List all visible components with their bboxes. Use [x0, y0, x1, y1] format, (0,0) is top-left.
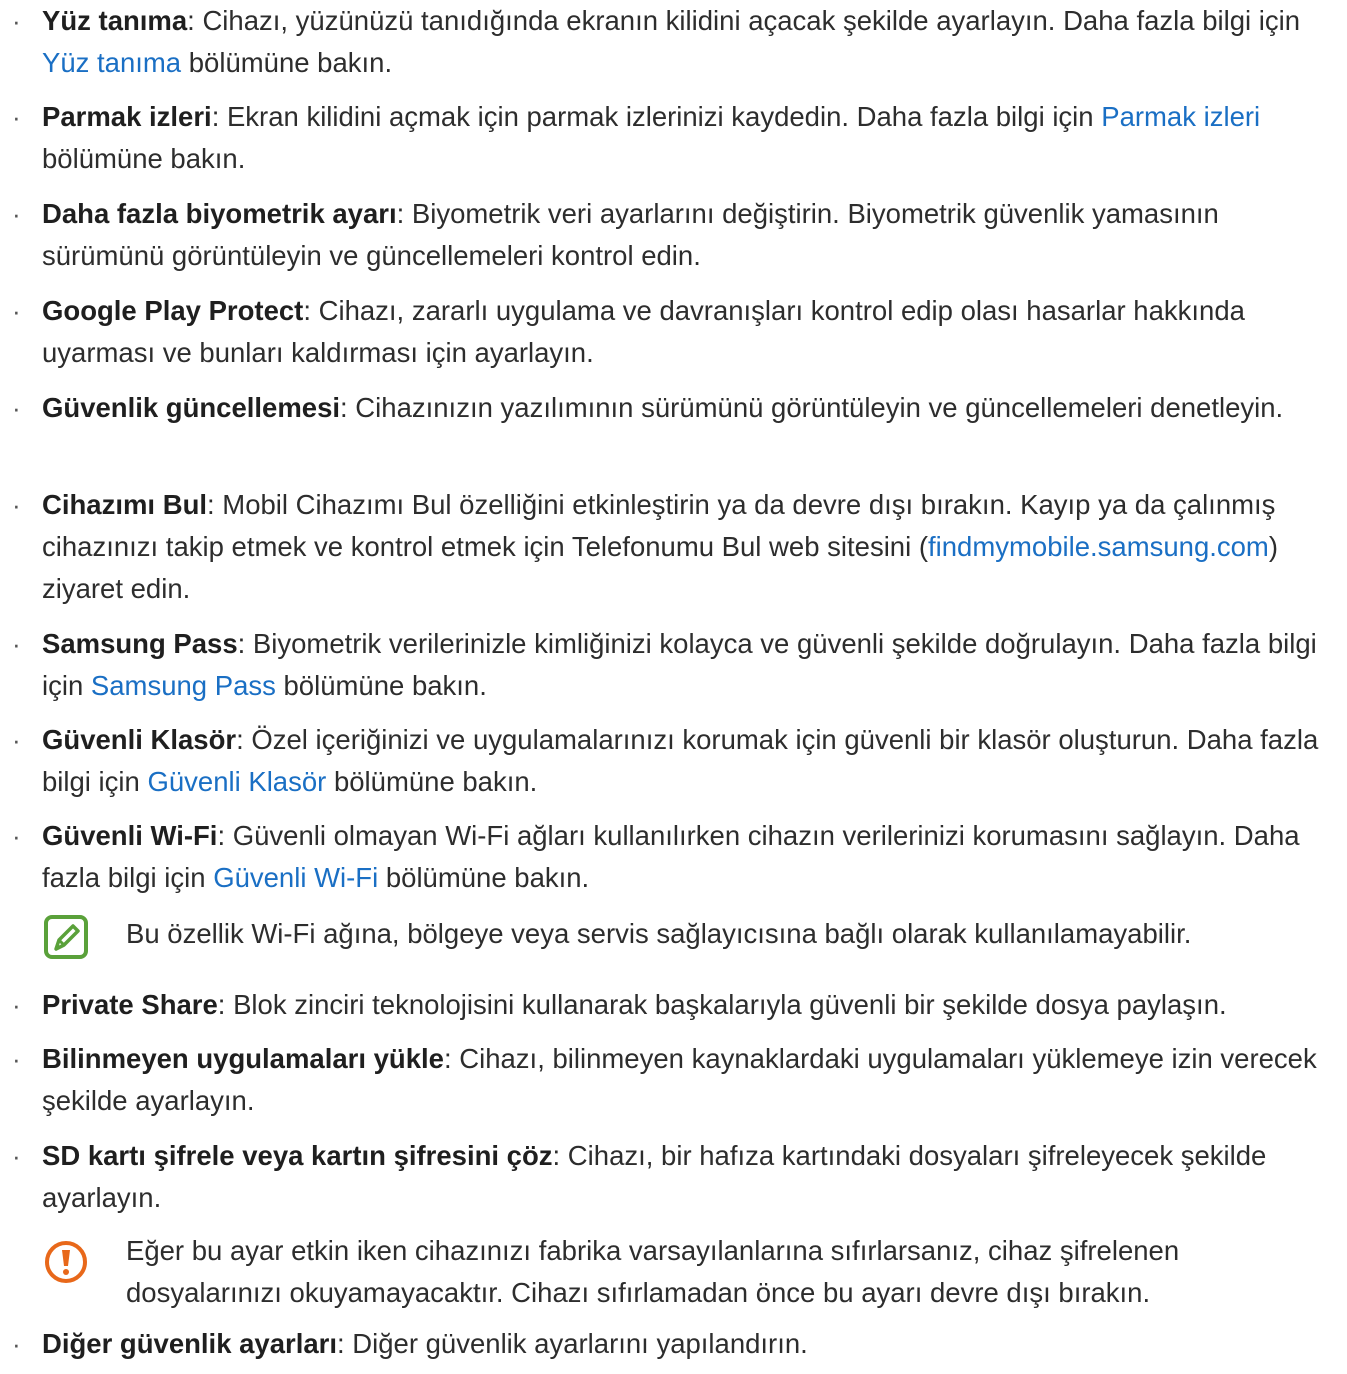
item-text: Cihazımı Bul: Mobil Cihazımı Bul özelliğ…: [42, 484, 1332, 610]
item-text: Samsung Pass: Biyometrik verilerinizle k…: [42, 623, 1332, 707]
item-description-tail: bölümüne bakın.: [181, 47, 393, 78]
item-title: Yüz tanıma: [42, 5, 188, 36]
item-title: Bilinmeyen uygulamaları yükle: [42, 1043, 444, 1074]
caution-text: Eğer bu ayar etkin iken cihazınızı fabri…: [126, 1235, 1180, 1308]
item-title: Güvenli Wi-Fi: [42, 820, 218, 851]
item-text: Google Play Protect: Cihazı, zararlı uyg…: [42, 290, 1332, 374]
item-text: Yüz tanıma: Cihazı, yüzünüzü tanıdığında…: [42, 0, 1332, 84]
item-title: Parmak izleri: [42, 101, 212, 132]
item-text: Diğer güvenlik ayarları: Diğer güvenlik …: [42, 1323, 1332, 1365]
item-description: : Ekran kilidini açmak için parmak izler…: [211, 101, 1102, 132]
item-title: Private Share: [42, 989, 218, 1020]
item-title: Güvenli Klasör: [42, 724, 237, 755]
bullet: ·: [12, 629, 21, 659]
bullet: ·: [12, 296, 21, 326]
item-text: Private Share: Blok zinciri teknolojisin…: [42, 984, 1332, 1026]
bullet: ·: [12, 6, 21, 36]
link-fingerprints[interactable]: Parmak izleri: [1101, 101, 1260, 132]
item-text: Güvenli Klasör: Özel içeriğinizi ve uygu…: [42, 719, 1332, 803]
item-title: Google Play Protect: [42, 295, 304, 326]
bullet: ·: [12, 102, 21, 132]
item-text: Daha fazla biyometrik ayarı: Biyometrik …: [42, 193, 1332, 277]
item-text: Güvenlik güncellemesi: Cihazınızın yazıl…: [42, 387, 1332, 429]
item-text: SD kartı şifrele veya kartın şifresini ç…: [42, 1135, 1332, 1219]
item-description: : Cihazınızın yazılımının sürümünü görün…: [340, 392, 1284, 423]
item-title: Daha fazla biyometrik ayarı: [42, 198, 397, 229]
bullet: ·: [12, 490, 21, 520]
link-secure-wifi[interactable]: Güvenli Wi-Fi: [213, 862, 378, 893]
item-text: Bilinmeyen uygulamaları yükle: Cihazı, b…: [42, 1038, 1332, 1122]
item-description-tail: bölümüne bakın.: [378, 862, 590, 893]
item-description-tail: bölümüne bakın.: [275, 670, 487, 701]
bullet: ·: [12, 1329, 21, 1359]
link-face-recognition[interactable]: Yüz tanıma: [42, 47, 181, 78]
item-title: SD kartı şifrele veya kartın şifresini ç…: [42, 1140, 553, 1171]
item-description: : Diğer güvenlik ayarlarını yapılandırın…: [337, 1328, 808, 1359]
bullet: ·: [12, 990, 21, 1020]
caution-exclamation-icon: [45, 1241, 87, 1283]
bullet: ·: [12, 725, 21, 755]
note-text: Bu özellik Wi-Fi ağına, bölgeye veya ser…: [126, 918, 1192, 949]
item-text: Güvenli Wi-Fi: Güvenli olmayan Wi-Fi ağl…: [42, 815, 1332, 899]
item-description-tail: bölümüne bakın.: [42, 143, 246, 174]
item-description: : Cihazı, yüzünüzü tanıdığında ekranın k…: [187, 5, 1301, 36]
item-title: Cihazımı Bul: [42, 489, 208, 520]
bullet: ·: [12, 1044, 21, 1074]
link-samsung-pass[interactable]: Samsung Pass: [91, 670, 276, 701]
bullet: ·: [12, 1141, 21, 1171]
item-text: Parmak izleri: Ekran kilidini açmak için…: [42, 96, 1332, 180]
note-pencil-icon: [44, 915, 88, 959]
link-secure-folder[interactable]: Güvenli Klasör: [147, 766, 326, 797]
bullet: ·: [12, 821, 21, 851]
item-description-tail: bölümüne bakın.: [326, 766, 538, 797]
item-title: Güvenlik güncellemesi: [42, 392, 341, 423]
item-title: Diğer güvenlik ayarları: [42, 1328, 337, 1359]
link-findmymobile[interactable]: findmymobile.samsung.com: [928, 531, 1269, 562]
item-description: : Blok zinciri teknolojisini kullanarak …: [217, 989, 1227, 1020]
bullet: ·: [12, 393, 21, 423]
bullet: ·: [12, 199, 21, 229]
item-title: Samsung Pass: [42, 628, 238, 659]
